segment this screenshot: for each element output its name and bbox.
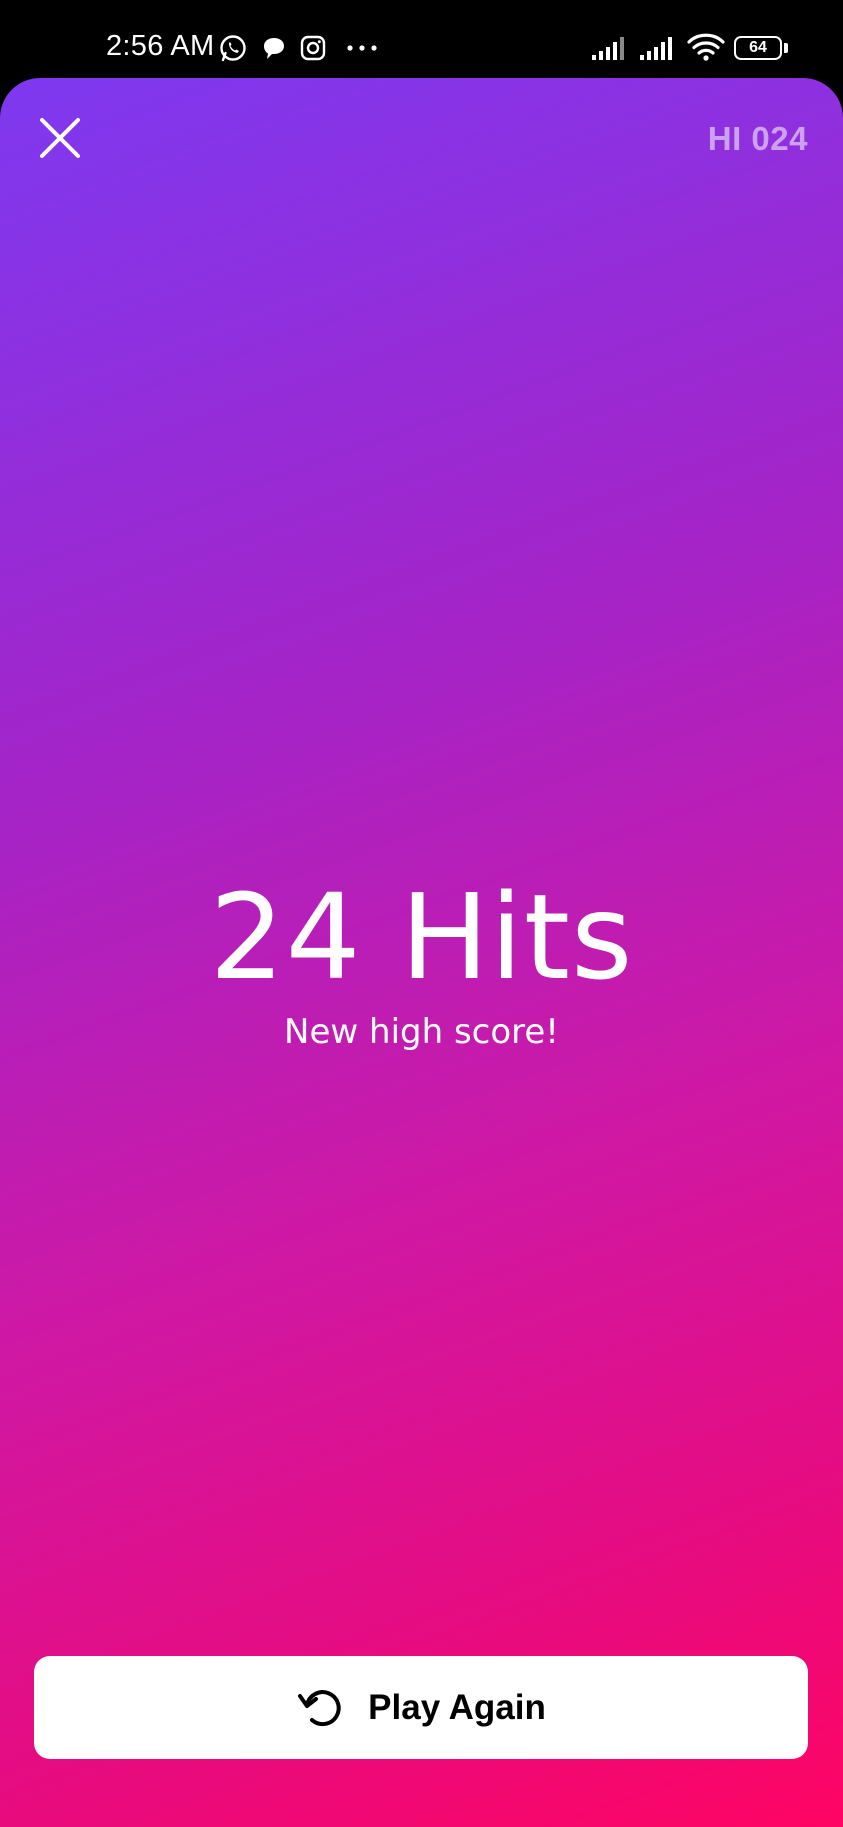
battery-icon: 64: [734, 36, 782, 60]
hits-count: 24 Hits: [209, 868, 634, 1006]
home-indicator[interactable]: [266, 1727, 576, 1736]
replay-icon: [298, 1689, 341, 1726]
game-result-card: HI 024 24 Hits New high score! Play Agai…: [0, 78, 843, 1827]
signal-icon-2: [640, 37, 672, 60]
status-time: 2:56 AM: [106, 30, 215, 62]
play-again-button[interactable]: Play Again: [34, 1656, 808, 1759]
battery-tip: [784, 43, 788, 53]
play-again-label: Play Again: [368, 1687, 546, 1727]
instagram-icon: [300, 35, 326, 61]
status-bar: 2:56 AM 64: [0, 0, 843, 78]
close-icon: [40, 118, 80, 158]
wifi-icon: [687, 33, 725, 61]
high-score-label: HI 024: [707, 120, 808, 157]
game-over-screen: 2:56 AM 64 HI 024 24 Hits New high score…: [0, 0, 843, 1827]
more-dots-icon: [347, 45, 377, 51]
battery-level: 64: [749, 39, 767, 56]
high-score-message: New high score!: [284, 1012, 559, 1052]
chat-bubble-icon: [264, 38, 284, 59]
signal-icon-1: [592, 37, 624, 60]
close-button[interactable]: [34, 112, 86, 164]
whatsapp-icon: [220, 35, 246, 62]
